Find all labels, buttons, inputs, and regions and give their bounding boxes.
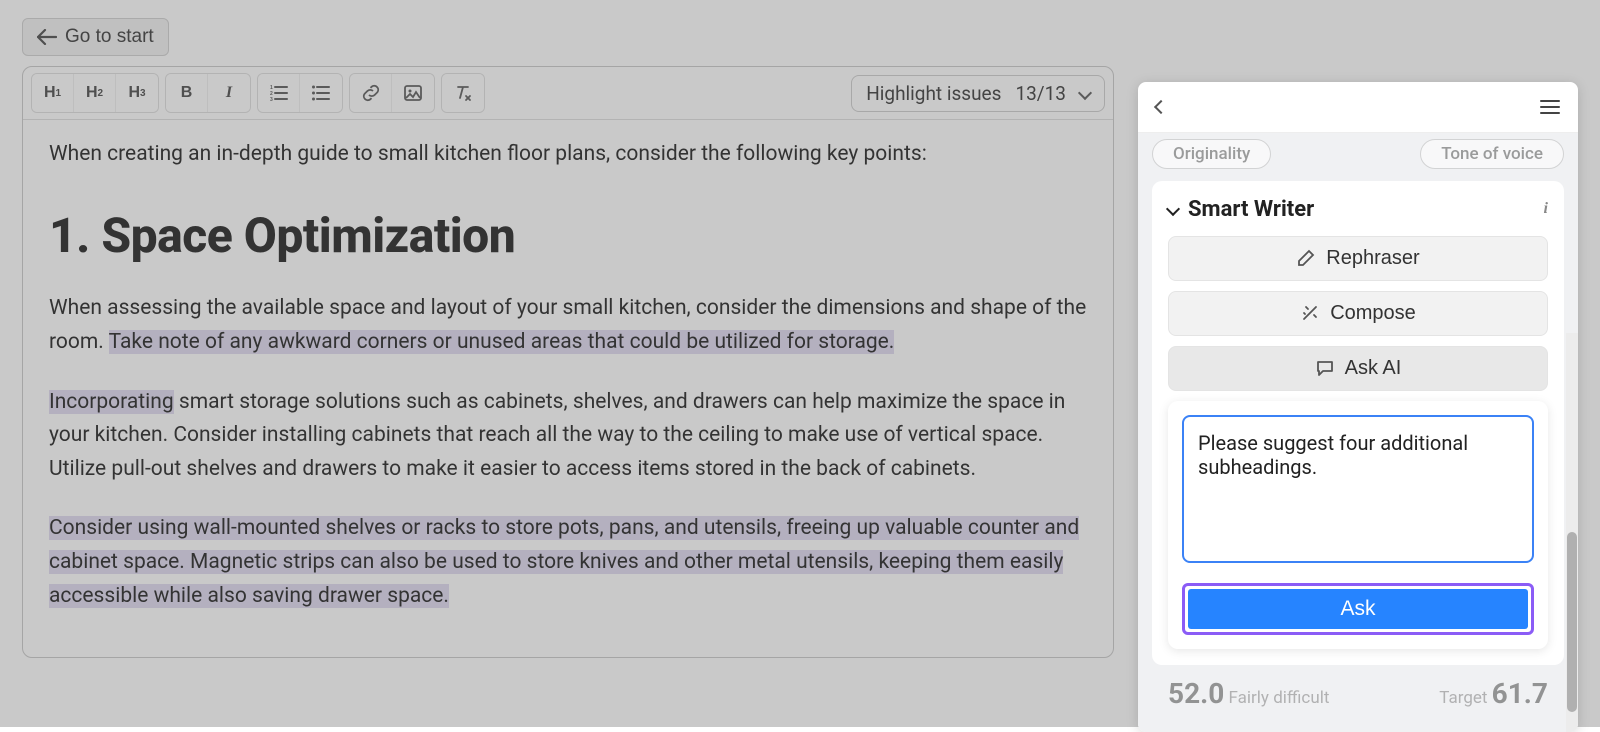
panel-scrollbar-track[interactable] bbox=[1566, 333, 1578, 732]
compose-button[interactable]: Compose bbox=[1168, 291, 1548, 336]
bold-button[interactable]: B bbox=[166, 74, 208, 112]
editor-pane: H1 H2 H3 B I 123 Highlight issues bbox=[22, 66, 1114, 658]
clear-format-button[interactable] bbox=[442, 74, 484, 112]
paragraph-1: When assessing the available space and l… bbox=[49, 292, 1087, 359]
editor-content[interactable]: When creating an in-depth guide to small… bbox=[23, 120, 1113, 657]
arrow-left-icon bbox=[37, 29, 57, 45]
heading-1: 1. Space Optimization bbox=[49, 198, 1087, 275]
h2-button[interactable]: H2 bbox=[74, 74, 116, 112]
chat-icon bbox=[1315, 358, 1335, 378]
image-button[interactable] bbox=[392, 74, 434, 112]
highlighted-text: Magnetic strips can also be used to stor… bbox=[49, 550, 1063, 608]
panel-scrollbar-thumb[interactable] bbox=[1567, 532, 1577, 712]
rephraser-button[interactable]: Rephraser bbox=[1168, 236, 1548, 281]
ordered-list-icon: 123 bbox=[270, 85, 288, 101]
unordered-list-button[interactable] bbox=[300, 74, 342, 112]
ask-ai-button[interactable]: Ask AI bbox=[1168, 346, 1548, 391]
highlight-issues-label: Highlight issues bbox=[866, 82, 1001, 105]
svg-text:3: 3 bbox=[270, 97, 273, 101]
panel-back-button[interactable] bbox=[1154, 100, 1168, 114]
ask-ai-popover: Ask bbox=[1168, 401, 1548, 649]
target-label: Target bbox=[1439, 688, 1487, 708]
smart-writer-panel: Originality Tone of voice Smart Writer i… bbox=[1138, 82, 1578, 732]
rephraser-icon bbox=[1296, 248, 1316, 268]
highlight-issues-count: 13/13 bbox=[1015, 82, 1066, 105]
intro-paragraph: When creating an in-depth guide to small… bbox=[49, 138, 1087, 172]
tone-pill[interactable]: Tone of voice bbox=[1420, 139, 1564, 169]
h1-button[interactable]: H1 bbox=[32, 74, 74, 112]
image-icon bbox=[404, 85, 422, 101]
paragraph-2: Incorporating smart storage solutions su… bbox=[49, 386, 1087, 487]
editor-toolbar: H1 H2 H3 B I 123 Highlight issues bbox=[23, 67, 1113, 120]
go-to-start-button[interactable]: Go to start bbox=[22, 18, 169, 56]
unordered-list-icon bbox=[312, 85, 330, 101]
collapse-icon[interactable] bbox=[1166, 202, 1180, 216]
ask-ai-input[interactable] bbox=[1182, 415, 1534, 563]
ask-submit-button[interactable]: Ask bbox=[1188, 589, 1528, 629]
ordered-list-button[interactable]: 123 bbox=[258, 74, 300, 112]
highlighted-text: Incorporating bbox=[49, 390, 174, 414]
go-to-start-label: Go to start bbox=[65, 26, 154, 48]
link-button[interactable] bbox=[350, 74, 392, 112]
italic-button[interactable]: I bbox=[208, 74, 250, 112]
panel-menu-button[interactable] bbox=[1540, 96, 1560, 118]
highlighted-text: Take note of any awkward corners or unus… bbox=[109, 330, 895, 354]
chevron-down-icon bbox=[1078, 86, 1092, 100]
ask-button-highlight: Ask bbox=[1182, 583, 1534, 635]
originality-pill[interactable]: Originality bbox=[1152, 139, 1271, 169]
link-icon bbox=[362, 84, 380, 102]
compose-icon bbox=[1300, 303, 1320, 323]
readability-label: Fairly difficult bbox=[1229, 688, 1330, 708]
info-icon[interactable]: i bbox=[1544, 200, 1548, 218]
paragraph-3: Consider using wall-mounted shelves or r… bbox=[49, 512, 1087, 613]
h3-button[interactable]: H3 bbox=[116, 74, 158, 112]
highlight-issues-dropdown[interactable]: Highlight issues 13/13 bbox=[851, 75, 1105, 112]
clear-format-icon bbox=[454, 84, 472, 102]
readability-row: 52.0 Fairly difficult Target 61.7 bbox=[1152, 665, 1564, 710]
smart-writer-title: Smart Writer bbox=[1188, 197, 1314, 222]
target-value: 61.7 bbox=[1492, 677, 1548, 710]
smart-writer-card: Smart Writer i Rephraser Compose Ask AI … bbox=[1152, 181, 1564, 665]
readability-score: 52.0 bbox=[1168, 677, 1224, 710]
